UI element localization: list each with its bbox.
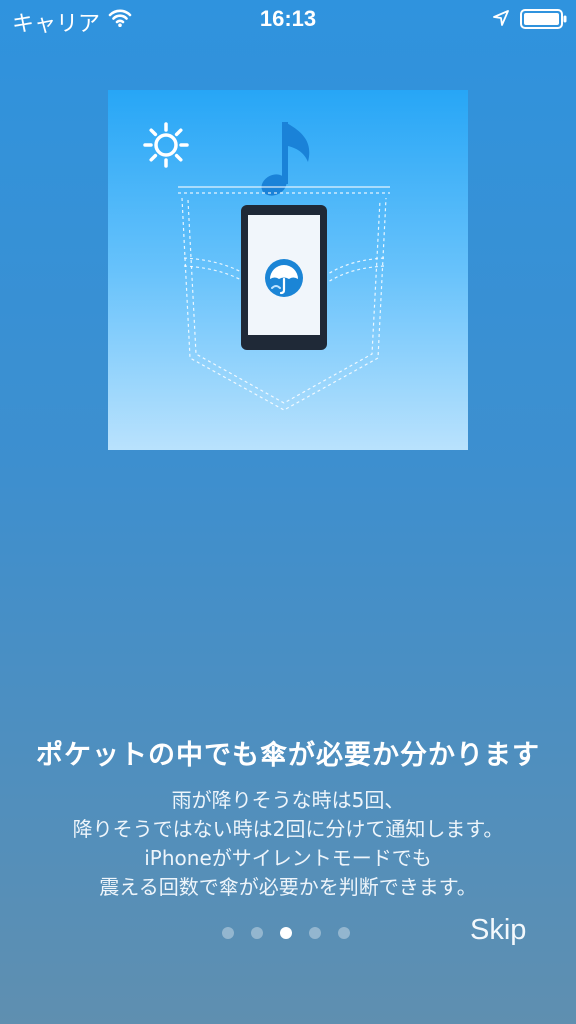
skip-button[interactable]: Skip — [470, 914, 526, 947]
music-note-icon — [261, 122, 310, 196]
page-dot[interactable] — [338, 927, 350, 939]
description-line: 雨が降りそうな時は5回、 — [171, 788, 405, 812]
onboarding-headline: ポケットの中でも傘が必要か分かります — [36, 740, 540, 771]
location-arrow-icon — [492, 9, 510, 31]
clock: 16:13 — [259, 6, 317, 31]
page-dot[interactable] — [222, 927, 234, 939]
umbrella-app-icon — [265, 259, 303, 297]
page-dot[interactable] — [309, 927, 321, 939]
status-bar: キャリア 16:13 — [0, 0, 576, 40]
onboarding-description: 雨が降りそうな時は5回、 降りそうではない時は2回に分けて通知します。 iPho… — [0, 786, 576, 902]
description-line: 震える回数で傘が必要かを判断できます。 — [99, 875, 477, 899]
onboarding-illustration — [108, 90, 468, 450]
description-line: iPhoneがサイレントモードでも — [144, 846, 432, 870]
sun-icon — [143, 122, 189, 168]
battery-icon — [520, 9, 568, 33]
page-dot-active[interactable] — [280, 927, 292, 939]
page-dot[interactable] — [251, 927, 263, 939]
description-line: 降りそうではない時は2回に分けて通知します。 — [72, 817, 504, 841]
